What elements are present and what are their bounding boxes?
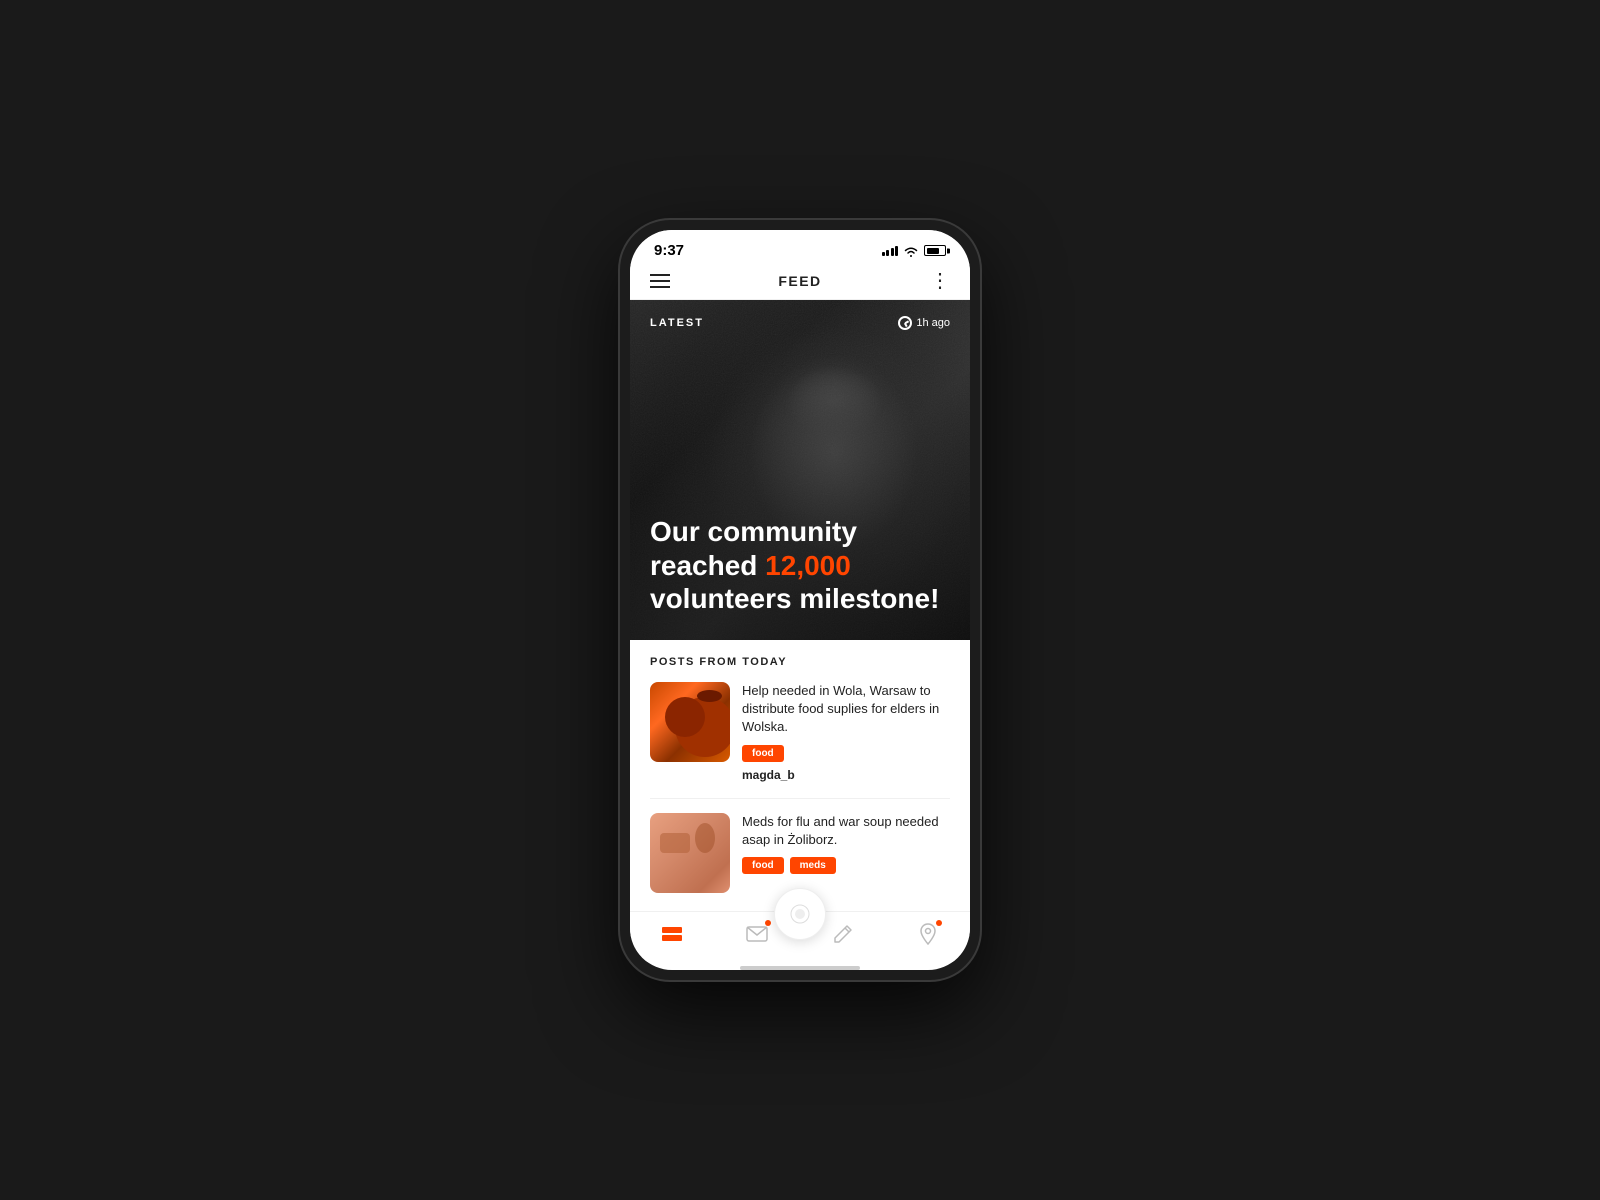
post-description-1: Help needed in Wola, Warsaw to distribut… [742, 682, 950, 737]
post-divider [650, 798, 950, 799]
app-title: FEED [778, 273, 821, 289]
clock-icon [898, 316, 912, 330]
nav-item-mail[interactable] [745, 922, 769, 946]
hero-text-block: Our community reached 12,000 volunteers … [650, 515, 950, 616]
nav-item-map[interactable] [916, 922, 940, 946]
phone-screen: 9:37 [630, 230, 970, 970]
hero-headline: Our community reached 12,000 volunteers … [650, 515, 950, 616]
mail-badge [765, 920, 771, 926]
home-indicator [740, 966, 860, 970]
post-description-2: Meds for flu and war soup needed asap in… [742, 813, 950, 849]
battery-icon [924, 245, 946, 256]
tag-food-1[interactable]: food [742, 745, 784, 762]
hero-time-info: 1h ago [898, 316, 950, 330]
hero-latest-label: LATEST [650, 317, 704, 329]
map-pin-icon [916, 922, 940, 946]
nav-item-feed[interactable] [660, 922, 684, 946]
status-icons [882, 245, 947, 257]
post-item[interactable]: Help needed in Wola, Warsaw to distribut… [650, 682, 950, 782]
bottom-nav [630, 911, 970, 962]
hero-badge-bar: LATEST 1h ago [650, 316, 950, 330]
more-button[interactable]: ⋮ [930, 271, 950, 291]
posts-section: POSTS FROM TODAY Help needed in Wola, Wa… [630, 640, 970, 911]
post-author-1: magda_b [742, 768, 950, 782]
hero-headline-part2: volunteers milestone! [650, 583, 939, 614]
map-badge [936, 920, 942, 926]
fab-button[interactable] [774, 888, 826, 940]
tag-meds-2[interactable]: meds [790, 857, 836, 874]
nav-item-pen[interactable] [831, 922, 855, 946]
mail-icon [745, 922, 769, 946]
hero-time-label: 1h ago [916, 317, 950, 329]
post-tags-2: food meds [742, 857, 950, 874]
pen-icon [831, 922, 855, 946]
status-bar: 9:37 [630, 230, 970, 263]
post-thumbnail-food [650, 682, 730, 762]
wifi-icon [903, 245, 919, 257]
post-item-2[interactable]: Meds for flu and war soup needed asap in… [650, 813, 950, 893]
post-tags-1: food [742, 745, 950, 762]
signal-icon [882, 246, 899, 256]
hero-headline-highlight: 12,000 [765, 550, 851, 581]
posts-section-title: POSTS FROM TODAY [650, 656, 950, 668]
fab-icon [789, 903, 811, 925]
post-content-2: Meds for flu and war soup needed asap in… [742, 813, 950, 893]
phone-frame: 9:37 [620, 220, 980, 980]
app-header: FEED ⋮ [630, 263, 970, 300]
tag-food-2[interactable]: food [742, 857, 784, 874]
post-thumbnail-meds [650, 813, 730, 893]
menu-button[interactable] [650, 274, 670, 288]
hero-section: LATEST 1h ago Our community reached 12,0… [630, 300, 970, 640]
feed-icon [660, 922, 684, 946]
post-content-1: Help needed in Wola, Warsaw to distribut… [742, 682, 950, 782]
status-time: 9:37 [654, 242, 684, 259]
